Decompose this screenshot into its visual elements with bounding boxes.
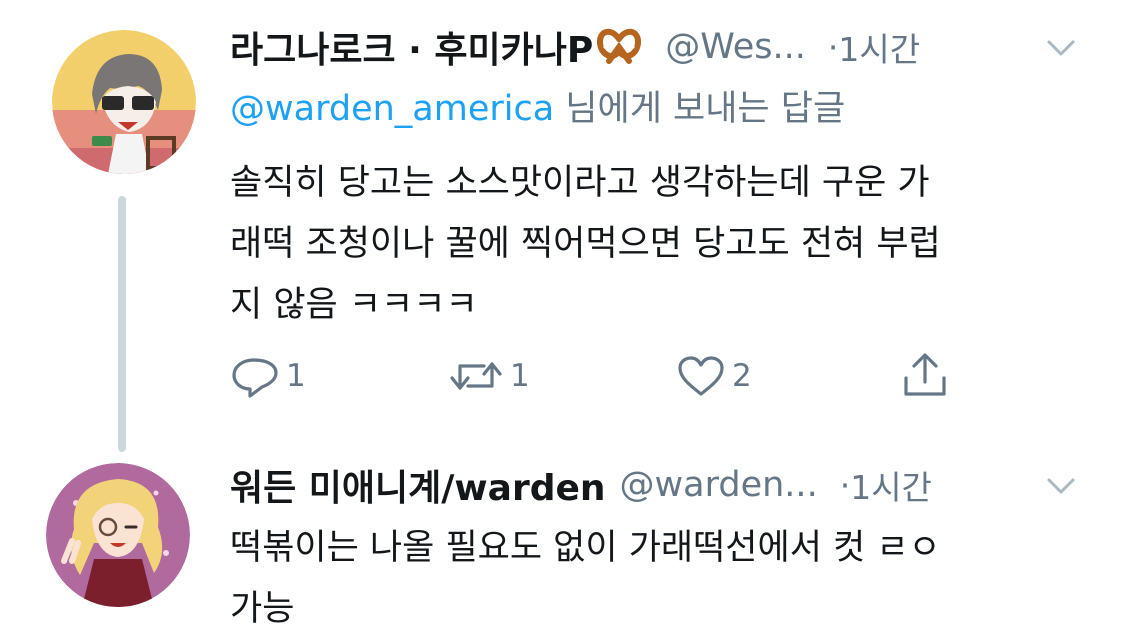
like-count: 2 — [732, 358, 752, 394]
like-button[interactable]: 2 — [676, 348, 752, 404]
reply-icon — [230, 354, 280, 398]
replying-to: @warden_america 님에게 보내는 답글 — [230, 80, 845, 131]
chevron-down-icon[interactable] — [1046, 476, 1076, 496]
like-icon — [676, 354, 726, 398]
reply-mention-link[interactable]: @warden_america — [230, 89, 554, 129]
thread-connector-line — [118, 196, 126, 452]
display-name[interactable]: 라그나로크 · 후미카나P — [230, 21, 593, 73]
reply-count: 1 — [286, 358, 306, 394]
tweet-text-line: 래떡 조청이나 꿀에 찍어먹으면 당고도 전혀 부럽 — [230, 224, 941, 264]
tweet-text-line: 지 않음 ㅋㅋㅋㅋ — [230, 285, 478, 325]
separator-dot: · — [827, 27, 839, 67]
share-icon — [900, 352, 950, 400]
timestamp[interactable]: 1시간 — [838, 23, 920, 71]
tweet-text: 떡볶이는 나올 필요도 없이 가래떡선에서 컷 ㄹㅇ 가능 — [230, 518, 941, 640]
pretzel-emoji — [597, 27, 642, 67]
user-handle[interactable]: @warden... — [620, 465, 818, 505]
avatar[interactable] — [46, 463, 190, 607]
retweet-button[interactable]: 1 — [448, 348, 530, 404]
reply-suffix: 님에게 보내는 답글 — [554, 89, 846, 129]
tweet-text-line: 솔직히 당고는 소스맛이라고 생각하는데 구운 가 — [230, 163, 930, 203]
share-button[interactable] — [900, 348, 950, 404]
tweet-text-line: 떡볶이는 나올 필요도 없이 가래떡선에서 컷 ㄹㅇ — [230, 528, 941, 568]
timestamp[interactable]: 1시간 — [850, 461, 932, 509]
retweet-count: 1 — [510, 358, 530, 394]
retweet-icon — [448, 354, 504, 398]
display-name[interactable]: 워든 미애니계/warden — [230, 459, 606, 511]
avatar[interactable] — [52, 30, 196, 174]
tweet-text-line: 가능 — [230, 589, 295, 629]
tweet-header: 워든 미애니계/warden @warden... · 1시간 — [230, 460, 932, 510]
tweet-header: 라그나로크 · 후미카나P @Wes... · 1시간 — [230, 22, 920, 72]
separator-dot: · — [839, 465, 851, 505]
reply-button[interactable]: 1 — [230, 348, 306, 404]
tweet-actions: 1 1 2 — [230, 348, 970, 404]
user-handle[interactable]: @Wes... — [665, 27, 806, 67]
tweet-text: 솔직히 당고는 소스맛이라고 생각하는데 구운 가 래떡 조청이나 꿀에 찍어먹… — [230, 153, 941, 336]
chevron-down-icon[interactable] — [1046, 38, 1076, 58]
